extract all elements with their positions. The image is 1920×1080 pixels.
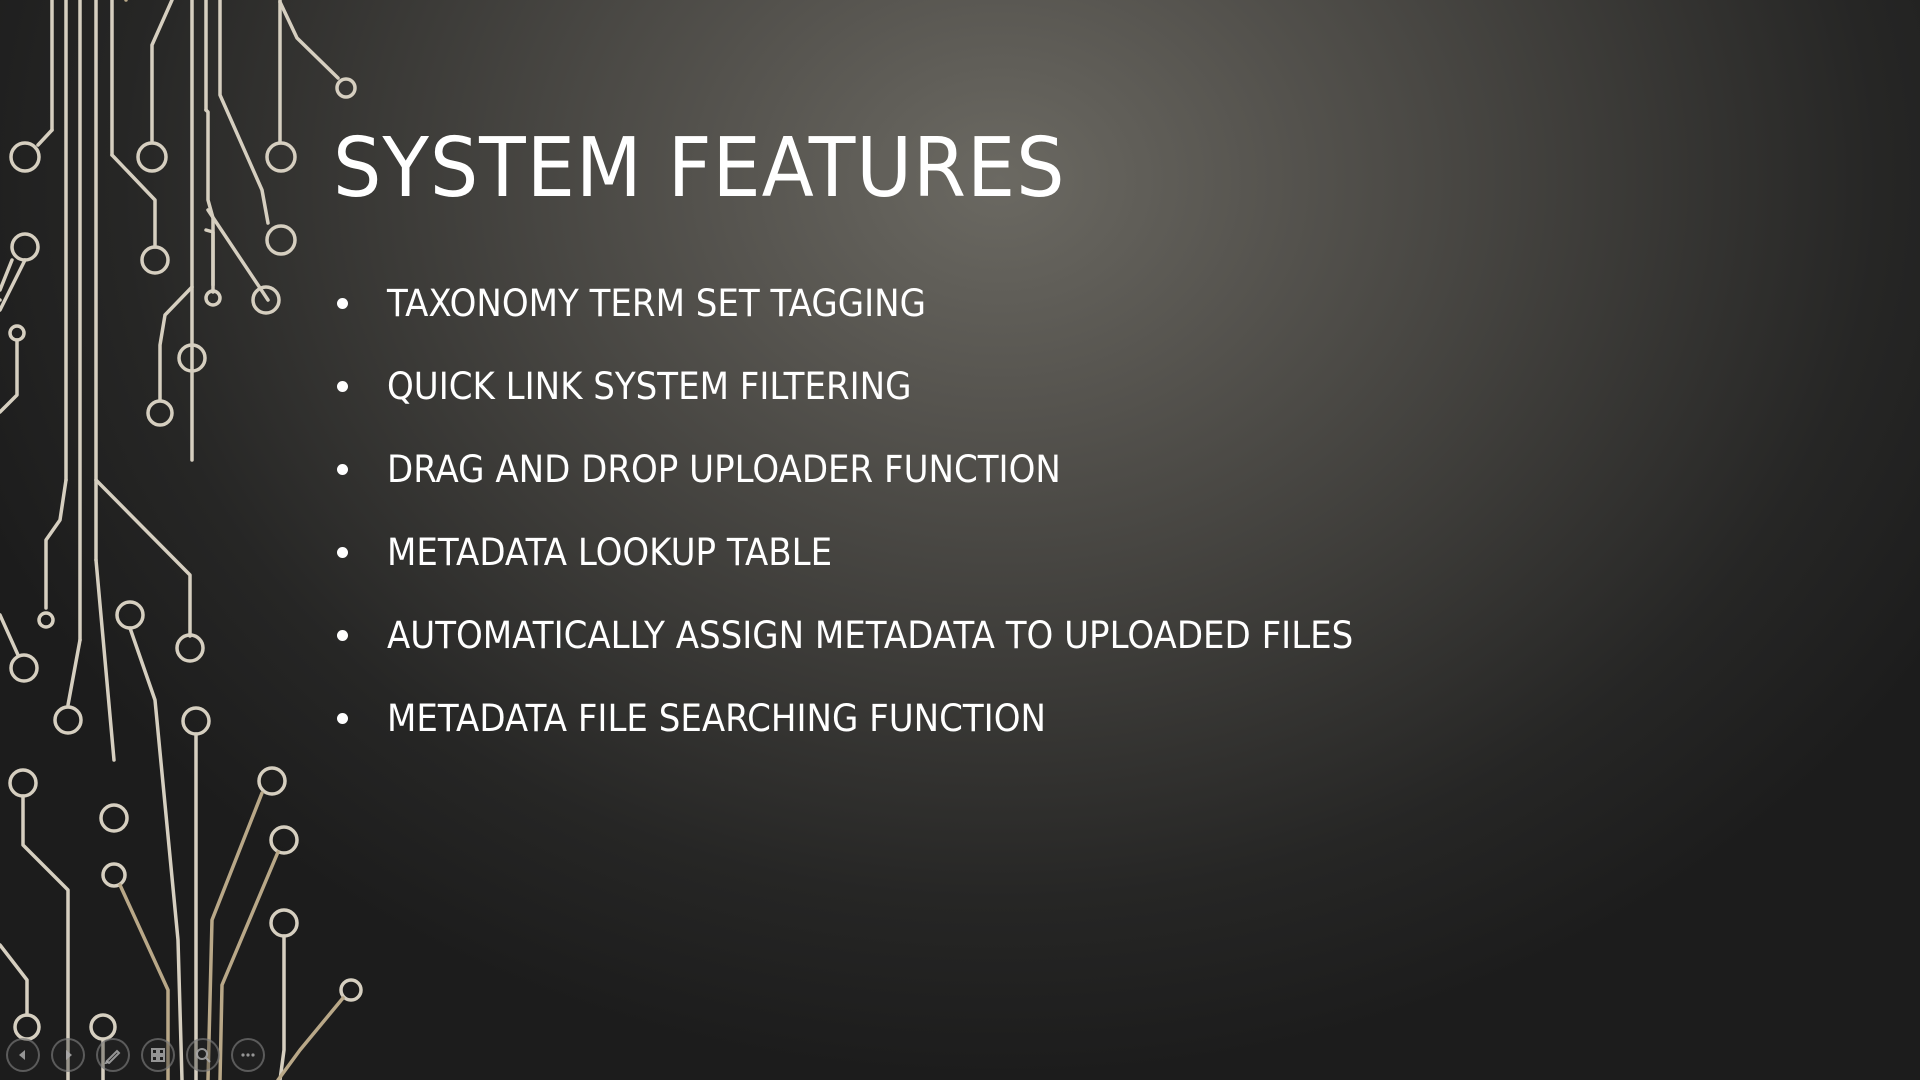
pen-icon — [104, 1049, 121, 1064]
bullet-dot-icon — [337, 381, 348, 392]
bullet-text: AUTOMATICALLY ASSIGN METADATA TO UPLOADE… — [387, 614, 1354, 657]
circuit-decoration — [0, 0, 363, 1080]
bullet-item: METADATA LOOKUP TABLE — [333, 529, 1437, 612]
bullet-text: DRAG AND DROP UPLOADER FUNCTION — [387, 448, 1061, 491]
bullet-dot-icon — [337, 298, 348, 309]
bullet-text: TAXONOMY TERM SET TAGGING — [387, 282, 926, 325]
more-options-button[interactable] — [231, 1038, 265, 1072]
bullet-item: QUICK LINK SYSTEM FILTERING — [333, 363, 1437, 446]
bullet-text: QUICK LINK SYSTEM FILTERING — [387, 365, 912, 408]
bullet-text: METADATA FILE SEARCHING FUNCTION — [387, 697, 1046, 740]
pen-tool-button[interactable] — [96, 1038, 130, 1072]
grid-icon — [151, 1048, 165, 1062]
bullet-text: METADATA LOOKUP TABLE — [387, 531, 833, 574]
bullet-item: METADATA FILE SEARCHING FUNCTION — [333, 695, 1437, 778]
chevron-left-icon — [19, 1050, 25, 1060]
bullet-list: TAXONOMY TERM SET TAGGING QUICK LINK SYS… — [333, 280, 1437, 778]
zoom-button[interactable] — [186, 1038, 220, 1072]
magnifier-icon — [196, 1048, 211, 1063]
ellipsis-icon — [241, 1053, 255, 1057]
bullet-item: TAXONOMY TERM SET TAGGING — [333, 280, 1437, 363]
bullet-dot-icon — [337, 713, 348, 724]
next-slide-button[interactable] — [51, 1038, 85, 1072]
presenter-toolbar — [6, 1038, 265, 1072]
slide-title: SYSTEM FEATURES — [333, 121, 1066, 216]
previous-slide-button[interactable] — [6, 1038, 40, 1072]
bullet-dot-icon — [337, 547, 348, 558]
bullet-dot-icon — [337, 464, 348, 475]
slide: SYSTEM FEATURES TAXONOMY TERM SET TAGGIN… — [0, 0, 1920, 1080]
bullet-item: DRAG AND DROP UPLOADER FUNCTION — [333, 446, 1437, 529]
chevron-right-icon — [66, 1050, 72, 1060]
see-all-slides-button[interactable] — [141, 1038, 175, 1072]
bullet-item: AUTOMATICALLY ASSIGN METADATA TO UPLOADE… — [333, 612, 1437, 695]
bullet-dot-icon — [337, 630, 348, 641]
